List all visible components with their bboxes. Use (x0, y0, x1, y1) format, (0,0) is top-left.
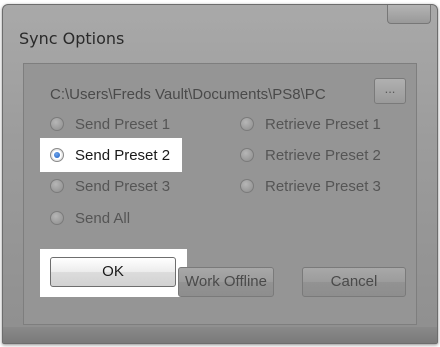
radio-label: Retrieve Preset 2 (265, 146, 381, 164)
browse-button[interactable]: ... (374, 78, 406, 104)
radio-retrieve-preset-3[interactable]: Retrieve Preset 3 (240, 175, 381, 197)
radio-button-icon[interactable] (50, 211, 64, 225)
radio-button-icon[interactable] (50, 117, 64, 131)
radio-send-preset-1[interactable]: Send Preset 1 (50, 113, 170, 135)
radio-send-preset-2[interactable]: Send Preset 2 (40, 138, 183, 172)
radio-label: Send All (75, 209, 131, 227)
radio-send-preset-3[interactable]: Send Preset 3 (50, 175, 170, 197)
radio-label: Send Preset 3 (75, 177, 171, 195)
radio-button-icon[interactable] (50, 179, 64, 193)
sync-path-text: C:\Users\Freds Vault\Documents\PS8\PC (50, 86, 326, 103)
dialog-title: Sync Options (19, 29, 125, 48)
radio-send-all[interactable]: Send All (50, 207, 130, 229)
radio-label: Retrieve Preset 1 (265, 115, 381, 133)
cancel-button[interactable]: Cancel (302, 267, 406, 297)
work-offline-button[interactable]: Work Offline (178, 267, 274, 297)
radio-label: Send Preset 2 (75, 146, 171, 164)
window-bottom-frame (3, 327, 437, 343)
sync-options-dialog: Sync Options C:\Users\Freds Vault\Docume… (2, 4, 438, 344)
radio-button-icon[interactable] (240, 117, 254, 131)
radio-button-icon[interactable] (240, 179, 254, 193)
close-button[interactable] (387, 5, 431, 24)
radio-button-selected-icon[interactable] (50, 148, 64, 162)
radio-button-icon[interactable] (240, 148, 254, 162)
dialog-content: C:\Users\Freds Vault\Documents\PS8\PC ..… (23, 63, 417, 325)
title-bar[interactable]: Sync Options (3, 5, 437, 48)
radio-retrieve-preset-2[interactable]: Retrieve Preset 2 (240, 144, 381, 166)
radio-label: Send Preset 1 (75, 115, 171, 133)
radio-retrieve-preset-1[interactable]: Retrieve Preset 1 (240, 113, 381, 135)
radio-label: Retrieve Preset 3 (265, 177, 381, 195)
ok-button[interactable]: OK (50, 257, 176, 287)
